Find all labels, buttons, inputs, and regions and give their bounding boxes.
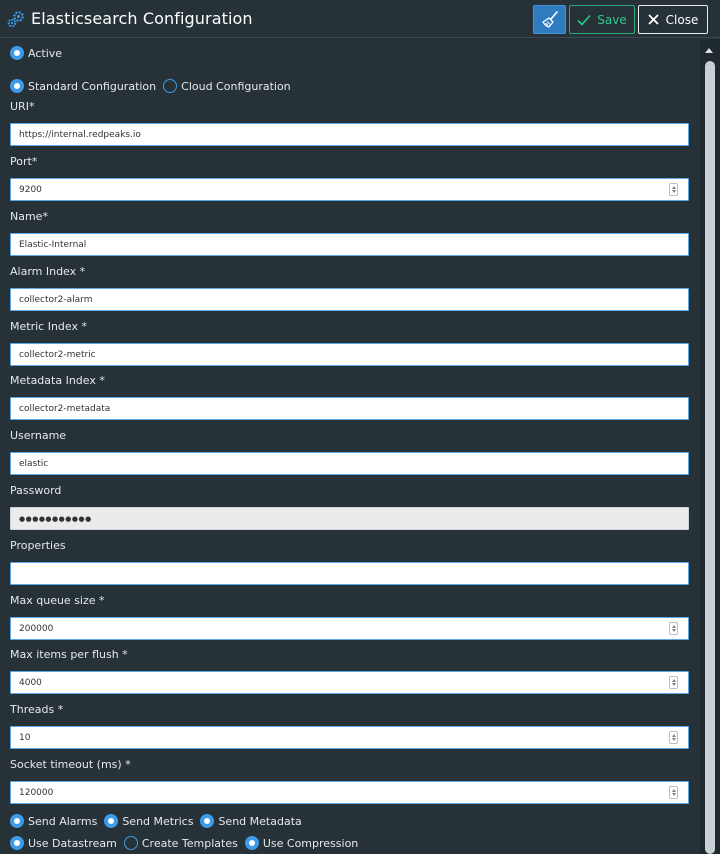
send-alarms-radio[interactable] <box>10 814 24 828</box>
close-button-label: Close <box>665 12 699 27</box>
config-type-group: Standard Configuration Cloud Configurati… <box>10 79 298 93</box>
metric-index-value: collector2-metric <box>19 349 96 360</box>
socket-timeout-input[interactable]: 120000 <box>10 781 689 804</box>
max-queue-size-input[interactable]: 200000 <box>10 617 689 640</box>
save-button[interactable]: Save <box>569 5 635 34</box>
name-value: Elastic-Internal <box>19 239 87 250</box>
port-value: 9200 <box>19 184 42 195</box>
active-radio[interactable] <box>10 46 24 60</box>
alarm-index-input[interactable]: collector2-alarm <box>10 288 689 311</box>
password-label: Password <box>10 484 62 497</box>
max-items-per-flush-stepper-icon[interactable] <box>669 676 678 689</box>
scrollbar-thumb[interactable] <box>705 61 715 854</box>
active-option[interactable]: Active <box>10 46 69 60</box>
max-queue-size-stepper-icon[interactable] <box>669 622 678 635</box>
cloud-configuration-radio[interactable] <box>163 79 178 93</box>
threads-label: Threads * <box>10 703 64 716</box>
metric-index-label: Metric Index * <box>10 320 87 333</box>
uri-label: URI* <box>10 100 35 113</box>
threads-value: 10 <box>19 732 31 743</box>
max-items-per-flush-value: 4000 <box>19 677 42 688</box>
socket-timeout-label: Socket timeout (ms) * <box>10 758 131 771</box>
use-datastream-radio[interactable] <box>10 836 24 850</box>
use-datastream-label: Use Datastream <box>28 836 117 850</box>
metric-index-input[interactable]: collector2-metric <box>10 343 689 366</box>
send-metadata-radio[interactable] <box>200 814 215 828</box>
max-queue-size-label: Max queue size * <box>10 594 105 607</box>
metadata-index-label: Metadata Index * <box>10 374 105 387</box>
metadata-index-input[interactable]: collector2-metadata <box>10 397 689 420</box>
uri-value: https://internal.redpeaks.io <box>19 129 141 140</box>
properties-label: Properties <box>10 539 66 552</box>
close-button[interactable]: Close <box>638 5 708 34</box>
port-label: Port* <box>10 155 38 168</box>
use-compression-label: Use Compression <box>262 836 359 850</box>
create-templates-label: Create Templates <box>141 836 238 850</box>
socket-timeout-value: 120000 <box>19 787 54 798</box>
max-items-per-flush-label: Max items per flush * <box>10 648 128 661</box>
max-queue-size-value: 200000 <box>19 623 54 634</box>
username-input[interactable]: elastic <box>10 452 689 475</box>
send-metrics-radio[interactable] <box>104 814 119 828</box>
username-value: elastic <box>19 458 49 469</box>
socket-timeout-stepper-icon[interactable] <box>669 786 678 799</box>
cloud-configuration-label: Cloud Configuration <box>181 79 291 93</box>
password-value: ●●●●●●●●●●● <box>19 514 92 523</box>
username-label: Username <box>10 429 67 442</box>
close-icon <box>648 14 659 25</box>
port-stepper-icon[interactable] <box>669 183 678 196</box>
threads-input[interactable]: 10 <box>10 726 689 749</box>
send-metadata-label: Send Metadata <box>218 814 302 828</box>
create-templates-radio[interactable] <box>123 836 138 850</box>
use-compression-radio[interactable] <box>244 836 259 850</box>
port-input[interactable]: 9200 <box>10 178 689 201</box>
metadata-index-value: collector2-metadata <box>19 403 111 414</box>
name-input[interactable]: Elastic-Internal <box>10 233 689 256</box>
send-metrics-label: Send Metrics <box>122 814 194 828</box>
dialog-header: Elasticsearch Configuration Save Close <box>0 0 720 38</box>
threads-stepper-icon[interactable] <box>669 731 678 744</box>
gears-icon <box>7 11 24 28</box>
alarm-index-value: collector2-alarm <box>19 294 93 305</box>
uri-input[interactable]: https://internal.redpeaks.io <box>10 123 689 146</box>
clear-button[interactable] <box>533 5 566 34</box>
scroll-up-arrow-icon[interactable] <box>705 48 713 53</box>
name-label: Name* <box>10 210 48 223</box>
standard-configuration-radio[interactable] <box>10 79 24 93</box>
dialog-title: Elasticsearch Configuration <box>31 9 253 28</box>
check-icon <box>577 14 591 26</box>
active-label: Active <box>28 46 63 60</box>
save-button-label: Save <box>597 12 627 27</box>
standard-configuration-label: Standard Configuration <box>28 79 157 93</box>
send-alarms-label: Send Alarms <box>28 814 98 828</box>
max-items-per-flush-input[interactable]: 4000 <box>10 671 689 694</box>
broom-icon <box>541 10 558 28</box>
password-input[interactable]: ●●●●●●●●●●● <box>10 507 689 530</box>
stream-options-group: Use Datastream Create Templates Use Comp… <box>10 836 365 850</box>
properties-input[interactable] <box>10 562 689 585</box>
alarm-index-label: Alarm Index * <box>10 265 86 278</box>
send-options-group: Send Alarms Send Metrics Send Metadata <box>10 814 309 828</box>
